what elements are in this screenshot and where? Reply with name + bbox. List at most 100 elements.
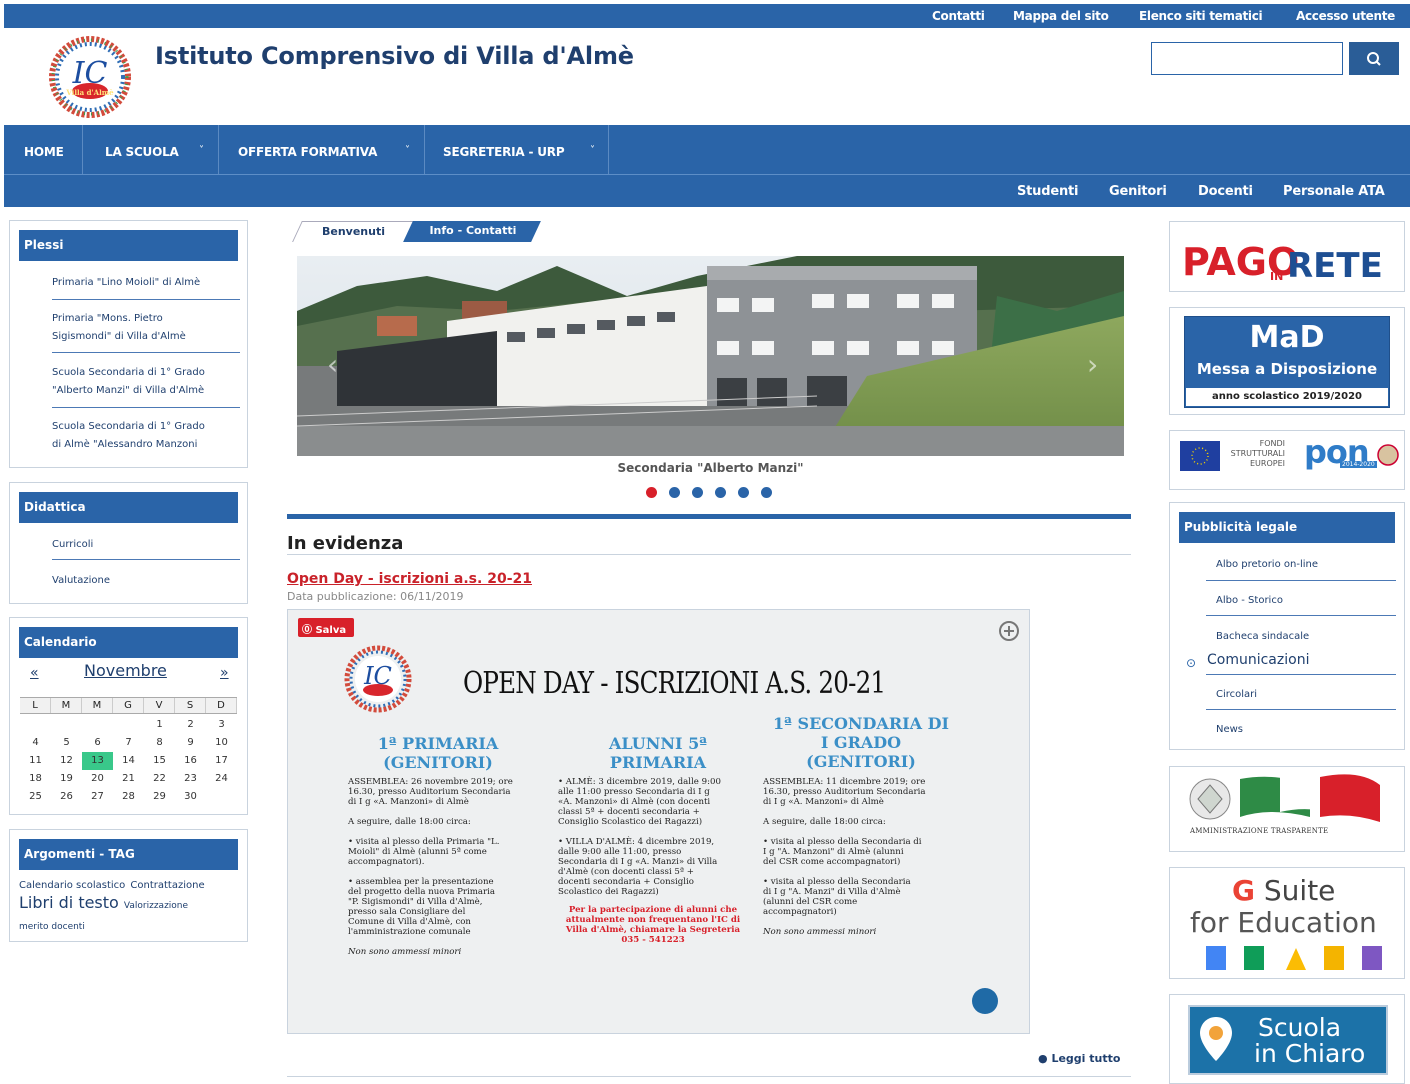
plessi-title: Plessi (19, 230, 238, 261)
calendar-week: 18 19 20 21 22 23 24 (29, 773, 228, 784)
amministrazione-trasparente-banner[interactable]: AMMINISTRAZIONE TRASPARENTE (1169, 766, 1405, 852)
link-news[interactable]: News (1216, 721, 1243, 739)
link-contatti[interactable]: Contatti (932, 9, 985, 23)
read-more-link[interactable]: ● Leggi tutto (1038, 1052, 1120, 1065)
poster-col2-body: • ALMÈ: 3 dicembre 2019, dalle 9:00 alle… (558, 777, 741, 945)
tag-libri-di-testo[interactable]: Libri di testo (19, 893, 119, 912)
link-valutazione[interactable]: Valutazione (52, 572, 110, 590)
tag-contrattazione[interactable]: Contrattazione (130, 880, 204, 891)
nav-home[interactable]: HOME (24, 125, 64, 174)
calendar-week: 4 5 6 7 8 9 10 (32, 737, 228, 748)
nav-personale-ata[interactable]: Personale ATA (1283, 184, 1385, 199)
emblem-icon (1377, 444, 1399, 466)
poster-col2-title: ALUNNI 5ª PRIMARIA (609, 734, 707, 772)
pinterest-icon: ⓪ (302, 625, 312, 636)
nav-offerta-formativa[interactable]: OFFERTA FORMATIVA (238, 125, 377, 174)
mad-title: MaD (1249, 320, 1325, 355)
poster-scroll-button[interactable] (972, 988, 998, 1014)
logo-subtitle: Villa d'Almè (65, 88, 114, 97)
slider-dot[interactable] (715, 487, 726, 498)
pubblicita-legale-box: Pubblicità legale Albo pretorio on-line … (1169, 502, 1405, 750)
hero-slider-image[interactable]: ‹ › (297, 256, 1124, 456)
link-albo-storico[interactable]: Albo - Storico (1216, 592, 1283, 610)
link-elenco-siti-tematici[interactable]: Elenco siti tematici (1139, 9, 1263, 23)
poster-headline: OPEN DAY - ISCRIZIONI A.S. 20-21 (463, 666, 886, 701)
slider-caption: Secondaria "Alberto Manzi" (617, 461, 804, 475)
plesso-link-4[interactable]: Scuola Secondaria di 1° Grado di Almè "Al… (52, 418, 205, 454)
poster-col3-title: 1ª SECONDARIA DI I GRADO (GENITORI) (773, 714, 949, 771)
tag-calendario[interactable]: Calendario scolastico (19, 880, 125, 891)
calendar-week: 25 26 27 28 29 30 (29, 791, 197, 802)
link-bacheca-sindacale[interactable]: Bacheca sindacale (1216, 628, 1309, 646)
radio-dot-icon: ⊙ (1186, 656, 1197, 670)
plesso-link-1[interactable]: Primaria "Lino Moioli" di Almè (52, 274, 200, 292)
news-title-link[interactable]: Open Day - iscrizioni a.s. 20-21 (287, 571, 532, 587)
nav-genitori[interactable]: Genitori (1109, 184, 1167, 199)
nav-separator (218, 125, 219, 174)
pon-years: 2014-2020 (1340, 461, 1377, 468)
link-accesso-utente[interactable]: Accesso utente (1296, 9, 1395, 23)
tags-box: Argomenti - TAG Calendario scolastico Co… (9, 829, 248, 942)
link-comunicazioni[interactable]: Comunicazioni (1207, 652, 1309, 668)
arrow-circle-icon: ● (1038, 1052, 1048, 1065)
plessi-box: Plessi Primaria "Lino Moioli" di Almè Pr… (9, 220, 248, 468)
search-icon (1367, 52, 1381, 66)
link-mappa-del-sito[interactable]: Mappa del sito (1013, 9, 1109, 23)
calendar-next-button[interactable]: » (220, 665, 229, 681)
gsuite-banner[interactable]: G Suite for Education (1169, 867, 1405, 979)
open-day-poster[interactable]: ⓪ Salva IC OPEN DAY - ISCRIZIONI A.S. 20… (287, 609, 1030, 1034)
scuola-in-chiaro-banner[interactable]: Scuola in Chiaro (1169, 994, 1405, 1084)
nav-segreteria-urp[interactable]: SEGRETERIA - URP (443, 125, 565, 174)
chevron-down-icon[interactable]: ˅ (199, 145, 204, 156)
link-albo-pretorio[interactable]: Albo pretorio on-line (1216, 556, 1318, 574)
location-pin-icon (1200, 1017, 1232, 1061)
mad-year: anno scolastico 2019/2020 (1186, 388, 1388, 406)
svg-text:RETE: RETE (1287, 246, 1383, 286)
search-input[interactable] (1151, 42, 1343, 75)
section-rule (287, 514, 1131, 519)
didattica-box: Didattica Curricoli Valutazione (9, 482, 248, 604)
tags-title: Argomenti - TAG (19, 839, 238, 870)
eu-flag-icon (1180, 441, 1220, 471)
tag-valorizzazione[interactable]: Valorizzazione (124, 901, 188, 911)
calendar-month[interactable]: Novembre (84, 661, 167, 680)
plesso-link-3[interactable]: Scuola Secondaria di 1° Grado "Alberto Ma… (52, 364, 205, 400)
school-logo[interactable]: IC Villa d'Almè (44, 33, 136, 121)
gsuite-education: for Education (1190, 906, 1377, 939)
poster-logo: IC (344, 645, 412, 713)
calendar-prev-button[interactable]: « (30, 665, 39, 681)
pinterest-save-button[interactable]: ⓪ Salva (298, 618, 354, 637)
pon-banner[interactable]: FONDI STRUTTURALI EUROPEI pon 2014-2020 (1169, 430, 1405, 490)
slider-dot[interactable] (738, 487, 749, 498)
chevron-down-icon[interactable]: ˅ (590, 145, 595, 156)
slider-dot-active[interactable] (646, 487, 657, 498)
slider-dot[interactable] (669, 487, 680, 498)
search-button[interactable] (1349, 42, 1399, 75)
slider-prev-icon: ‹ (327, 348, 338, 381)
pubblicita-title: Pubblicità legale (1179, 512, 1395, 543)
amm-trasparente-label: AMMINISTRAZIONE TRASPARENTE (1190, 827, 1329, 835)
link-curricoli[interactable]: Curricoli (52, 536, 93, 554)
didattica-title: Didattica (19, 492, 238, 523)
nav-separator (608, 125, 609, 174)
calendar-today[interactable]: 13 (82, 752, 113, 770)
slider-dot[interactable] (761, 487, 772, 498)
site-title[interactable]: Istituto Comprensivo di Villa d'Almè (155, 42, 634, 70)
tab-benvenuti[interactable]: Benvenuti (292, 221, 414, 242)
logo-initials: IC (72, 56, 108, 91)
mad-subtitle: Messa a Disposizione (1196, 360, 1378, 378)
tag-merito-docenti[interactable]: merito docenti (19, 922, 85, 932)
slider-dot[interactable] (692, 487, 703, 498)
section-heading: In evidenza (287, 533, 404, 554)
nav-docenti[interactable]: Docenti (1198, 184, 1253, 199)
chevron-down-icon[interactable]: ˅ (405, 145, 410, 156)
plesso-link-2[interactable]: Primaria "Mons. Pietro Sigismondi" di Vil… (52, 310, 186, 346)
tab-info-contatti[interactable]: Info - Contatti (403, 221, 541, 242)
mad-banner[interactable]: MaD Messa a Disposizione anno scolastico… (1169, 307, 1405, 415)
zoom-icon[interactable] (998, 620, 1020, 642)
pagoinrete-banner[interactable]: PAGO IN RETE (1169, 221, 1405, 292)
nav-studenti[interactable]: Studenti (1017, 184, 1078, 199)
nav-la-scuola[interactable]: LA SCUOLA (105, 125, 179, 174)
nav-separator (82, 125, 83, 174)
link-circolari[interactable]: Circolari (1216, 686, 1257, 704)
